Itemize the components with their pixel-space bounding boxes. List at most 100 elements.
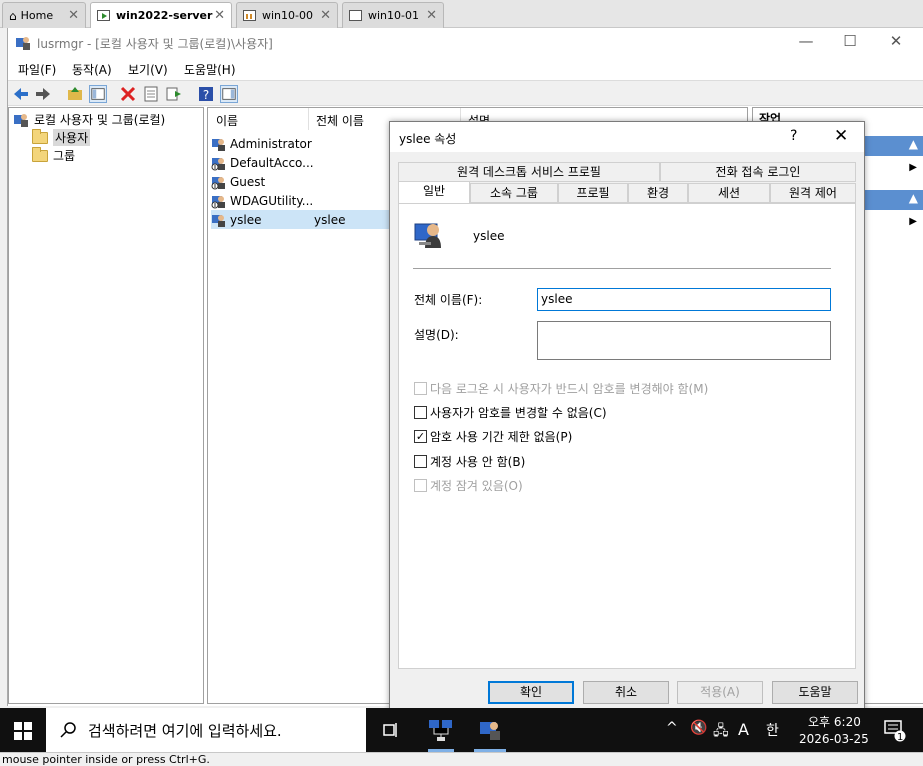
close-button[interactable]: ✕ (884, 32, 908, 52)
menu-action[interactable]: 동작(A) (72, 61, 112, 78)
help-button[interactable]: 도움말 (772, 681, 858, 704)
tab-general[interactable]: 일반 (398, 181, 470, 203)
show-hide-action-icon[interactable] (220, 85, 238, 103)
apply-button[interactable]: 적용(A) (677, 681, 763, 704)
tree-root[interactable]: 로컬 사용자 및 그룹(로컬) (13, 111, 165, 128)
taskbar-search-box[interactable]: 검색하려면 여기에 입력하세요. (46, 708, 366, 752)
vm-tab-bar: ⌂ Home ✕ win2022-server ✕ win10-00 ✕ win… (0, 0, 923, 28)
tab-remote-desktop-profile[interactable]: 원격 데스크톱 서비스 프로필 (398, 162, 660, 182)
tree-item-users[interactable]: 사용자 (32, 128, 91, 146)
menu-file[interactable]: 파일(F) (18, 61, 56, 78)
vm-tab-home[interactable]: ⌂ Home ✕ (2, 2, 86, 28)
clock-date[interactable]: 2026-03-25 (799, 732, 869, 746)
show-hidden-icons[interactable]: ^ (666, 720, 678, 736)
list-item-selected[interactable]: yslee yslee (211, 210, 391, 229)
back-icon[interactable] (12, 85, 30, 103)
list-item[interactable]: Guest (211, 172, 391, 191)
list-item[interactable]: Administrator (211, 134, 391, 153)
user-name: Guest (230, 174, 266, 189)
password-never-expires-checkbox[interactable]: ✓ 암호 사용 기간 제한 없음(P) (414, 428, 572, 445)
properties-icon[interactable] (142, 85, 160, 103)
close-icon[interactable]: ✕ (426, 8, 437, 23)
export-icon[interactable] (165, 85, 183, 103)
home-icon: ⌂ (9, 8, 17, 23)
checkbox-box (414, 479, 427, 492)
submenu-arrow-icon[interactable]: ▶ (909, 162, 917, 173)
forward-icon[interactable] (34, 85, 52, 103)
users-app-icon (16, 37, 30, 50)
list-item[interactable]: DefaultAcco... (211, 153, 391, 172)
server-manager-icon[interactable] (428, 718, 454, 742)
collapse-icon[interactable]: ▲ (909, 191, 918, 205)
cancel-button[interactable]: 취소 (583, 681, 669, 704)
clock-time[interactable]: 오후 6:20 (808, 713, 861, 730)
close-icon[interactable]: ✕ (68, 8, 79, 23)
tree-pane: 로컬 사용자 및 그룹(로컬) 사용자 그룹 (8, 107, 204, 704)
lusrmgr-taskbar-icon[interactable] (478, 718, 502, 742)
vm-tab-win2022-server[interactable]: win2022-server ✕ (90, 2, 232, 28)
ime-mode-indicator[interactable]: A (738, 720, 749, 739)
close-icon[interactable]: ✕ (214, 8, 225, 23)
tab-environment[interactable]: 환경 (628, 183, 688, 203)
search-placeholder: 검색하려면 여기에 입력하세요. (88, 721, 282, 740)
dialog-help-button[interactable]: ? (790, 128, 797, 144)
network-icon[interactable]: 🖧 (713, 720, 729, 744)
dialog-close-button[interactable]: ✕ (834, 126, 848, 146)
delete-icon[interactable] (119, 85, 137, 103)
minimize-button[interactable]: — (794, 32, 818, 52)
tree-root-label: 로컬 사용자 및 그룹(로컬) (34, 113, 166, 127)
folder-icon (32, 146, 48, 162)
full-name-field[interactable]: yslee (537, 288, 831, 311)
vm-tab-win10-00[interactable]: win10-00 ✕ (236, 2, 338, 28)
tab-member-of[interactable]: 소속 그룹 (470, 183, 558, 203)
tab-dial-in[interactable]: 전화 접속 로그인 (660, 162, 856, 182)
user-name: Administrator (230, 136, 312, 151)
cannot-change-password-checkbox[interactable]: 사용자가 암호를 변경할 수 없음(C) (414, 404, 607, 421)
separator (413, 268, 831, 269)
account-disabled-checkbox[interactable]: 계정 사용 안 함(B) (414, 453, 525, 470)
window-title: lusrmgr - [로컬 사용자 및 그룹(로컬)\사용자] (37, 37, 273, 51)
vm-tab-win10-01[interactable]: win10-01 ✕ (342, 2, 444, 28)
up-folder-icon[interactable] (66, 85, 84, 103)
submenu-arrow-icon[interactable]: ▶ (909, 216, 917, 227)
tab-remote-control[interactable]: 원격 제어 (770, 183, 856, 203)
users-groups-icon (14, 113, 28, 127)
dialog-title: yslee 속성 (399, 132, 457, 146)
description-field[interactable] (537, 321, 831, 360)
menu-help[interactable]: 도움말(H) (184, 61, 236, 78)
notification-count: 1 (897, 732, 904, 743)
windows-start-icon[interactable] (14, 722, 32, 740)
user-name: WDAGUtility... (230, 193, 314, 208)
tab-profile[interactable]: 프로필 (558, 183, 628, 203)
must-change-password-checkbox[interactable]: 다음 로그온 시 사용자가 반드시 암호를 변경해야 함(M) (414, 380, 708, 397)
column-header-fullname[interactable]: 전체 이름 (316, 112, 364, 129)
vm-tab-label: win10-01 (368, 9, 419, 22)
checkmark-icon: ✓ (414, 430, 427, 443)
task-view-icon[interactable] (382, 721, 400, 739)
disabled-user-icon (211, 195, 225, 208)
checkbox-box (414, 455, 427, 468)
tree-item-label: 사용자 (53, 129, 91, 146)
checkbox-box (414, 406, 427, 419)
tab-sessions[interactable]: 세션 (688, 183, 770, 203)
list-item[interactable]: WDAGUtility... (211, 191, 391, 210)
checkbox-label: 사용자가 암호를 변경할 수 없음(C) (430, 406, 607, 420)
window-titlebar: lusrmgr - [로컬 사용자 및 그룹(로컬)\사용자] — ☐ ✕ (8, 28, 923, 58)
menu-view[interactable]: 보기(V) (128, 61, 168, 78)
menu-bar: 파일(F) 동작(A) 보기(V) 도움말(H) (8, 58, 923, 80)
maximize-button[interactable]: ☐ (838, 32, 862, 52)
tree-item-groups[interactable]: 그룹 (32, 146, 75, 164)
close-icon[interactable]: ✕ (320, 8, 331, 23)
search-icon (60, 722, 76, 738)
ok-button[interactable]: 확인 (488, 681, 574, 704)
ime-language-indicator[interactable]: 한 (766, 720, 779, 740)
help-icon[interactable]: ? (197, 85, 215, 103)
show-hide-tree-icon[interactable] (89, 85, 107, 103)
account-locked-checkbox[interactable]: 계정 잠겨 있음(O) (414, 477, 523, 494)
disabled-user-icon (211, 157, 225, 170)
volume-muted-icon[interactable]: 🔇 (690, 720, 707, 736)
column-header-name[interactable]: 이름 (216, 112, 238, 129)
column-separator[interactable] (308, 108, 309, 130)
collapse-icon[interactable]: ▲ (909, 137, 918, 151)
user-name: DefaultAcco... (230, 155, 314, 170)
